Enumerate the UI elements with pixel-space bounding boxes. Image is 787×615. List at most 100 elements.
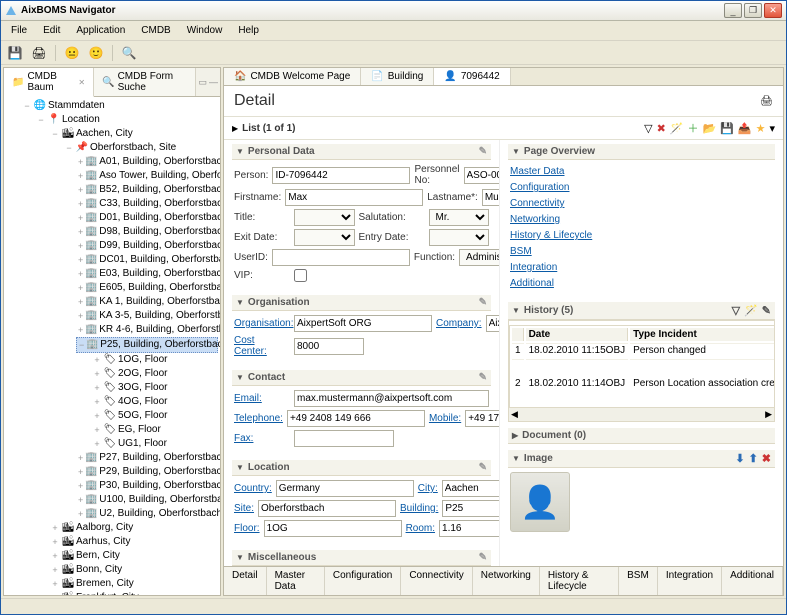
bottom-tab[interactable]: Connectivity bbox=[401, 567, 472, 595]
bottom-tab[interactable]: History & Lifecycle bbox=[540, 567, 619, 595]
tree-node[interactable]: +🏷EG, Floor bbox=[90, 423, 218, 437]
mobile-field[interactable] bbox=[465, 410, 499, 427]
overview-link[interactable]: History & Lifecycle bbox=[510, 228, 773, 244]
download-icon[interactable]: ⬇ bbox=[735, 452, 744, 465]
tree-node[interactable]: +🏢KA 3-5, Building, Oberforstbach bbox=[76, 309, 218, 323]
tree-node[interactable]: +🏢U2, Building, Oberforstbach bbox=[76, 507, 218, 521]
tree-node[interactable]: +🏙Bremen, City bbox=[48, 577, 218, 591]
wand-icon[interactable]: 🪄 bbox=[744, 304, 758, 317]
building-field[interactable] bbox=[442, 500, 499, 517]
tree-node[interactable]: +🏢P27, Building, Oberforstbach bbox=[76, 451, 218, 465]
tab-building[interactable]: 📄 Building bbox=[361, 68, 434, 85]
edit-icon[interactable]: ✎ bbox=[479, 372, 487, 383]
diskette-icon[interactable]: 💾 bbox=[720, 122, 734, 135]
save-icon[interactable]: 💾 bbox=[7, 45, 23, 61]
person-field[interactable] bbox=[272, 167, 410, 184]
tree[interactable]: −🌐Stammdaten −📍Location −🏙Aachen, City −… bbox=[4, 97, 220, 595]
userid-field[interactable] bbox=[272, 249, 410, 266]
overview-link[interactable]: Networking bbox=[510, 212, 773, 228]
salutation-select[interactable]: Mr. bbox=[429, 209, 490, 226]
tree-node[interactable]: +🏷4OG, Floor bbox=[90, 395, 218, 409]
overview-link[interactable]: Additional bbox=[510, 276, 773, 292]
tree-node[interactable]: +🏙Aalborg, City bbox=[48, 521, 218, 535]
tree-node[interactable]: +🏙Bern, City bbox=[48, 549, 218, 563]
maximize-button[interactable]: ❐ bbox=[744, 3, 762, 18]
tree-node[interactable]: +🏢U100, Building, Oberforstbach bbox=[76, 493, 218, 507]
exit-date-select[interactable] bbox=[294, 229, 355, 246]
dropdown-icon[interactable]: ▾ bbox=[769, 122, 775, 135]
minimize-button[interactable]: _ bbox=[724, 3, 742, 18]
city-field[interactable] bbox=[442, 480, 499, 497]
entry-date-select[interactable] bbox=[429, 229, 490, 246]
overview-link[interactable]: BSM bbox=[510, 244, 773, 260]
overview-link[interactable]: Master Data bbox=[510, 164, 773, 180]
collapse-icon[interactable]: ▭ bbox=[198, 77, 207, 88]
tab-cmdb-baum[interactable]: 📁 CMDB Baum✕ bbox=[4, 68, 94, 97]
cc-field[interactable] bbox=[294, 338, 364, 355]
filter-icon[interactable]: ▽ bbox=[644, 122, 652, 135]
menu-edit[interactable]: Edit bbox=[37, 23, 66, 38]
org-field[interactable] bbox=[294, 315, 432, 332]
tree-node[interactable]: +🏷2OG, Floor bbox=[90, 367, 218, 381]
overview-link[interactable]: Connectivity bbox=[510, 196, 773, 212]
bottom-tab[interactable]: BSM bbox=[619, 567, 658, 595]
tree-node[interactable]: +🏙Aarhus, City bbox=[48, 535, 218, 549]
tree-node[interactable]: +🏢A01, Building, Oberforstbach bbox=[76, 155, 218, 169]
tree-node[interactable]: +🏷3OG, Floor bbox=[90, 381, 218, 395]
menu-cmdb[interactable]: CMDB bbox=[135, 23, 176, 38]
tree-node[interactable]: +🏢KR 4-6, Building, Oberforstbach bbox=[76, 323, 218, 337]
chevron-right-icon[interactable]: ▶ bbox=[232, 124, 238, 133]
tree-node[interactable]: +🏢DC01, Building, Oberforstbach bbox=[76, 253, 218, 267]
delete-icon[interactable]: ✖ bbox=[762, 452, 771, 465]
tab-7096442[interactable]: 👤 7096442 bbox=[434, 68, 510, 85]
tree-node[interactable]: +🏢D99, Building, Oberforstbach bbox=[76, 239, 218, 253]
edit-icon[interactable]: ✎ bbox=[762, 304, 771, 317]
tab-welcome[interactable]: 🏠 CMDB Welcome Page bbox=[224, 68, 361, 85]
menu-application[interactable]: Application bbox=[70, 23, 131, 38]
bottom-tab[interactable]: Integration bbox=[658, 567, 722, 595]
print-icon[interactable]: 🖨 bbox=[31, 45, 47, 61]
menu-file[interactable]: File bbox=[5, 23, 33, 38]
edit-icon[interactable]: ✎ bbox=[479, 297, 487, 308]
scroll-right-icon[interactable]: ▶ bbox=[765, 409, 772, 420]
delete-icon[interactable]: ✖ bbox=[657, 122, 666, 135]
tree-node[interactable]: +🏢C33, Building, Oberforstbach bbox=[76, 197, 218, 211]
bottom-tab[interactable]: Additional bbox=[722, 567, 783, 595]
tree-node[interactable]: +🏢E03, Building, Oberforstbach bbox=[76, 267, 218, 281]
room-field[interactable] bbox=[439, 520, 499, 537]
table-row[interactable]: 218.02.2010 11:14OBJPerson Location asso… bbox=[512, 359, 774, 406]
edit-icon[interactable]: ✎ bbox=[479, 462, 487, 473]
personnel-no-field[interactable] bbox=[464, 167, 500, 184]
menu-window[interactable]: Window bbox=[181, 23, 229, 38]
tree-node[interactable]: +🏷UG1, Floor bbox=[90, 437, 218, 451]
overview-link[interactable]: Configuration bbox=[510, 180, 773, 196]
tree-node[interactable]: +🏢B52, Building, Oberforstbach bbox=[76, 183, 218, 197]
floor-field[interactable] bbox=[264, 520, 402, 537]
vip-checkbox[interactable] bbox=[294, 269, 307, 282]
company-field[interactable] bbox=[486, 315, 499, 332]
tree-node[interactable]: +🏷5OG, Floor bbox=[90, 409, 218, 423]
overview-link[interactable]: Integration bbox=[510, 260, 773, 276]
close-icon[interactable]: ✕ bbox=[78, 78, 85, 87]
bottom-tab[interactable]: Configuration bbox=[325, 567, 401, 595]
tree-node[interactable]: +🏢KA 1, Building, Oberforstbach bbox=[76, 295, 218, 309]
search-icon[interactable]: 🔍 bbox=[121, 45, 137, 61]
tree-node[interactable]: +🏢D01, Building, Oberforstbach bbox=[76, 211, 218, 225]
filter-icon[interactable]: ▽ bbox=[732, 304, 740, 317]
add-icon[interactable]: ＋ bbox=[687, 120, 698, 136]
tree-node[interactable]: +🏢P30, Building, Oberforstbach bbox=[76, 479, 218, 493]
tree-node[interactable]: +🏙Bonn, City bbox=[48, 563, 218, 577]
email-field[interactable] bbox=[294, 390, 489, 407]
tree-node-selected[interactable]: −🏢P25, Building, Oberforstbach bbox=[76, 337, 218, 353]
export-icon[interactable]: 📤 bbox=[738, 122, 752, 135]
firstname-field[interactable] bbox=[285, 189, 423, 206]
bottom-tab[interactable]: Detail bbox=[224, 567, 267, 595]
smile-icon[interactable]: 🙂 bbox=[88, 45, 104, 61]
bottom-tab[interactable]: Master Data bbox=[267, 567, 325, 595]
print-icon[interactable]: 🖨 bbox=[760, 96, 773, 107]
title-select[interactable] bbox=[294, 209, 355, 226]
tree-node[interactable]: +🏙Frankfurt, City bbox=[48, 591, 218, 595]
wand-icon[interactable]: 🪄 bbox=[670, 122, 684, 135]
min-icon[interactable]: — bbox=[209, 77, 218, 87]
tree-node[interactable]: +🏢Aso Tower, Building, Oberforstbach bbox=[76, 169, 218, 183]
